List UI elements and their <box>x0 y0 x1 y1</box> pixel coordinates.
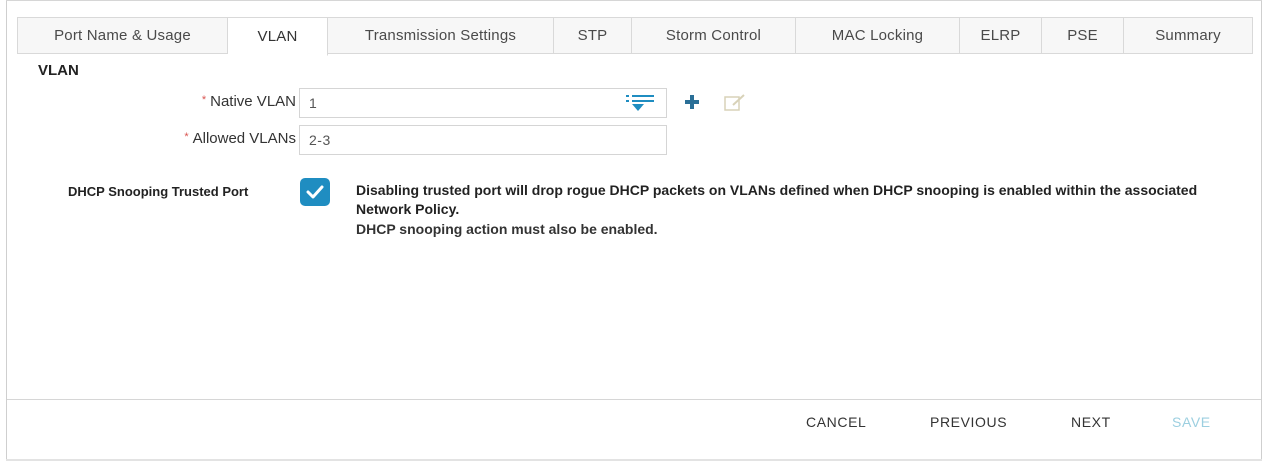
native-vlan-label-text: Native VLAN <box>210 93 296 110</box>
previous-button[interactable]: PREVIOUS <box>930 414 1007 430</box>
plus-icon[interactable] <box>683 93 701 116</box>
vlan-list-icon[interactable] <box>626 94 656 117</box>
cancel-button[interactable]: CANCEL <box>806 414 866 430</box>
section-title: VLAN <box>38 62 79 79</box>
tab-stp[interactable]: STP <box>554 18 632 53</box>
tab-bar: Port Name & Usage VLAN Transmission Sett… <box>17 17 1253 56</box>
tab-summary[interactable]: Summary <box>1124 18 1252 53</box>
dhcp-note: Disabling trusted port will drop rogue D… <box>356 182 1198 217</box>
tab-port-name-usage[interactable]: Port Name & Usage <box>18 18 228 53</box>
tab-vlan[interactable]: VLAN <box>228 18 328 56</box>
footer-divider <box>7 399 1261 400</box>
top-border <box>6 0 1262 1</box>
tab-elrp[interactable]: ELRP <box>960 18 1042 53</box>
save-button[interactable]: SAVE <box>1172 414 1211 430</box>
required-mark: * <box>184 131 189 143</box>
dhcp-snooping-checkbox[interactable] <box>300 178 330 206</box>
allowed-vlans-label: * Allowed VLANs <box>184 130 296 147</box>
required-mark: * <box>201 94 207 106</box>
tab-mac-locking[interactable]: MAC Locking <box>796 18 960 53</box>
edit-icon[interactable] <box>724 94 748 117</box>
native-vlan-label: * Native VLAN <box>202 93 296 110</box>
checkmark-icon <box>306 185 324 199</box>
tab-storm-control[interactable]: Storm Control <box>632 18 796 53</box>
dhcp-note-sub: DHCP snooping action must also be enable… <box>356 221 658 237</box>
native-vlan-value: 1 <box>309 95 318 111</box>
allowed-vlans-label-text: Allowed VLANs <box>192 130 296 147</box>
next-button[interactable]: NEXT <box>1071 414 1111 430</box>
dhcp-snooping-label: DHCP Snooping Trusted Port <box>68 184 249 199</box>
allowed-vlans-value: 2-3 <box>309 132 331 148</box>
tab-transmission-settings[interactable]: Transmission Settings <box>328 18 554 53</box>
tab-pse[interactable]: PSE <box>1042 18 1124 53</box>
native-vlan-input[interactable]: 1 <box>299 88 667 118</box>
allowed-vlans-input[interactable]: 2-3 <box>299 125 667 155</box>
